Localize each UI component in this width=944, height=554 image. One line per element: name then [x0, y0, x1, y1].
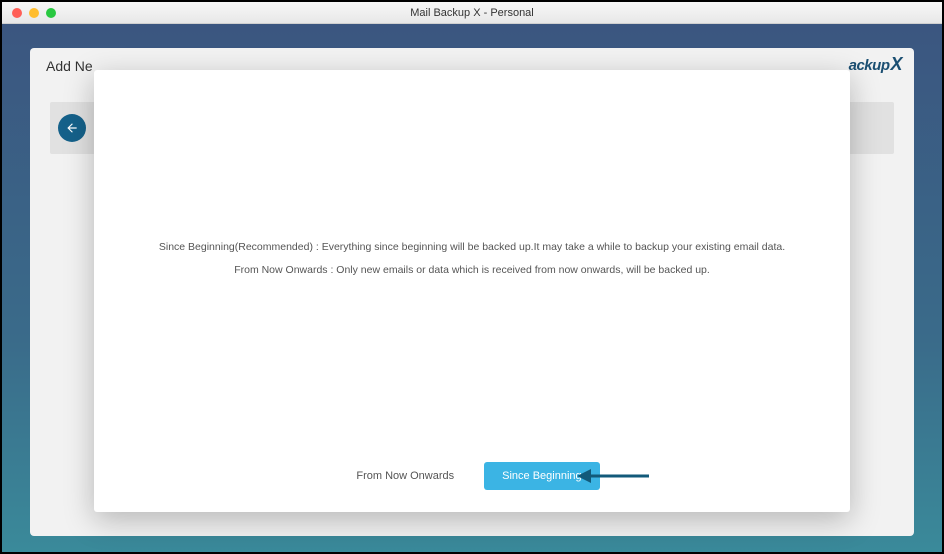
app-background: Add Ne ackupX Since Beginning(Recommende… — [2, 24, 942, 552]
backup-range-modal: Since Beginning(Recommended) : Everythin… — [94, 70, 850, 512]
minimize-window-button[interactable] — [29, 8, 39, 18]
brand-text: ackup — [849, 57, 890, 74]
window-title: Mail Backup X - Personal — [410, 7, 534, 19]
annotation-arrow — [577, 466, 649, 486]
modal-line-2: From Now Onwards : Only new emails or da… — [159, 259, 785, 282]
brand-x: X — [890, 54, 902, 74]
modal-footer: From Now Onwards Since Beginning — [94, 448, 850, 512]
brand-logo: ackupX — [849, 54, 902, 75]
modal-description: Since Beginning(Recommended) : Everythin… — [159, 236, 785, 282]
traffic-lights — [12, 8, 56, 18]
close-window-button[interactable] — [12, 8, 22, 18]
back-button[interactable] — [58, 114, 86, 142]
window-frame: Mail Backup X - Personal Add Ne ackupX — [0, 0, 944, 554]
pointer-arrow-icon — [577, 466, 649, 486]
from-now-onwards-button[interactable]: From Now Onwards — [344, 463, 466, 489]
modal-body: Since Beginning(Recommended) : Everythin… — [94, 70, 850, 448]
window-titlebar: Mail Backup X - Personal — [2, 2, 942, 24]
modal-line-1: Since Beginning(Recommended) : Everythin… — [159, 236, 785, 259]
back-arrow-icon — [65, 121, 79, 135]
modal-overlay: Since Beginning(Recommended) : Everythin… — [2, 24, 942, 552]
maximize-window-button[interactable] — [46, 8, 56, 18]
